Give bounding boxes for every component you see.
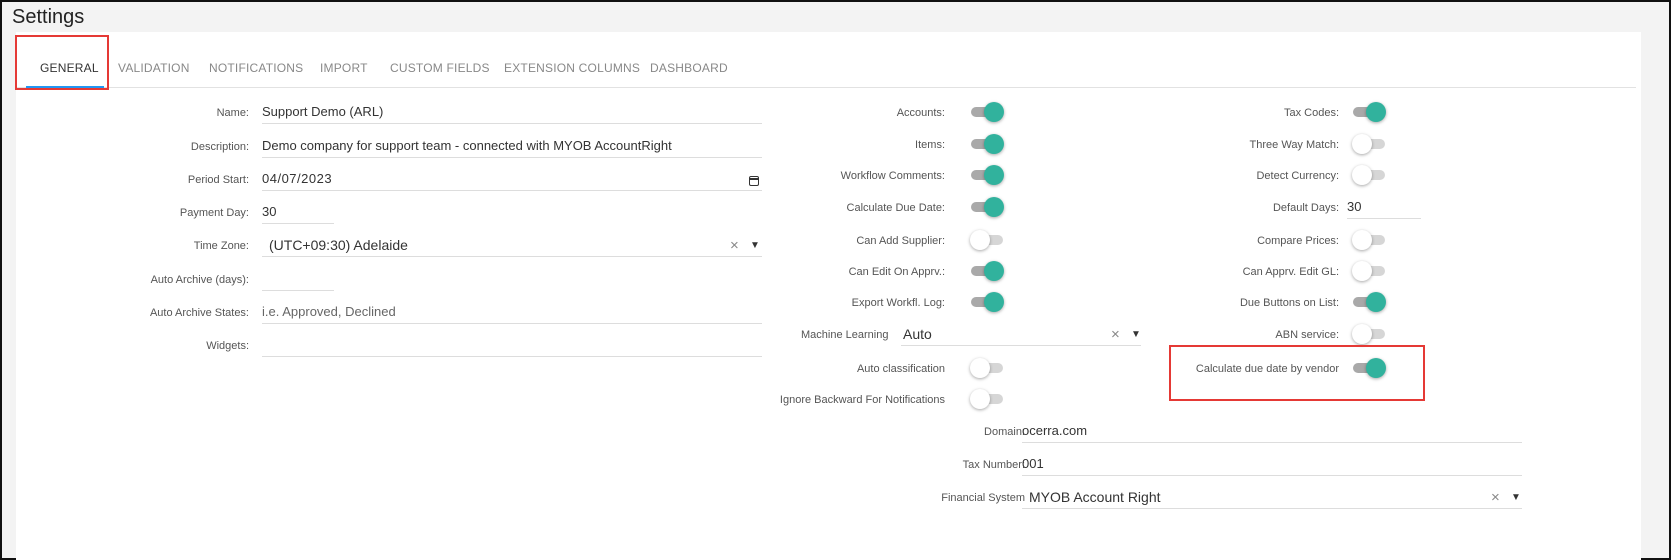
toggle-knob (970, 230, 990, 250)
payment-day-label: Payment Day: (179, 207, 249, 219)
detect-currency-toggle[interactable] (1352, 165, 1385, 185)
three-way-match-label: Three Way Match: (1249, 139, 1339, 151)
toggle-knob (1366, 292, 1386, 312)
toggle-knob (1352, 324, 1372, 344)
due-buttons-on-list-label: Due Buttons on List: (1239, 297, 1339, 309)
time-zone-dropdown-icon[interactable]: ▼ (750, 240, 760, 251)
name-field[interactable]: Support Demo (ARL) (262, 102, 762, 124)
can-edit-on-apprv-label: Can Edit On Apprv.: (848, 266, 945, 278)
can-edit-on-apprv-toggle[interactable] (971, 261, 1004, 281)
toggle-knob (984, 197, 1004, 217)
items-toggle[interactable] (971, 134, 1004, 154)
toggle-knob (1366, 102, 1386, 122)
default-days-label: Default Days: (1272, 202, 1339, 214)
items-label: Items: (915, 139, 945, 151)
tax-codes-label: Tax Codes: (1283, 107, 1339, 119)
due-buttons-on-list-toggle[interactable] (1353, 292, 1386, 312)
accounts-label: Accounts: (896, 107, 945, 119)
time-zone-select[interactable]: (UTC+09:30) Adelaide (262, 235, 762, 257)
financial-system-select[interactable]: MYOB Account Right (1022, 487, 1522, 509)
export-workfl-log-label: Export Workfl. Log: (851, 297, 945, 309)
toggle-knob (1352, 261, 1372, 281)
machine-learning-select[interactable]: Auto (901, 324, 1141, 346)
abn-service-label: ABN service: (1275, 329, 1339, 341)
accounts-toggle[interactable] (971, 102, 1004, 122)
toggle-knob (984, 261, 1004, 281)
tab-validation[interactable]: VALIDATION (118, 61, 190, 75)
export-workfl-log-toggle[interactable] (971, 292, 1004, 312)
tax-codes-toggle[interactable] (1353, 102, 1386, 122)
settings-panel: GENERAL VALIDATION NOTIFICATIONS IMPORT … (15, 32, 1641, 560)
default-days-field[interactable]: 30 (1347, 197, 1421, 219)
toggle-knob (984, 292, 1004, 312)
toggle-knob (984, 102, 1004, 122)
calculate-due-date-toggle[interactable] (971, 197, 1004, 217)
payment-day-field[interactable]: 30 (262, 202, 334, 224)
ignore-backward-label: Ignore Backward For Notifications (779, 394, 945, 406)
tab-bar: GENERAL VALIDATION NOTIFICATIONS IMPORT … (16, 32, 1636, 88)
auto-archive-states-label: Auto Archive States: (149, 307, 249, 319)
can-add-supplier-toggle[interactable] (970, 230, 1003, 250)
toggle-knob (984, 165, 1004, 185)
toggle-knob (970, 389, 990, 409)
domain-field[interactable]: ocerra.com (1022, 421, 1522, 443)
machine-learning-label: Machine Learning (801, 329, 889, 341)
tax-number-field[interactable]: 001 (1022, 454, 1522, 476)
workflow-comments-label: Workflow Comments: (840, 170, 945, 182)
domain-label: Domain: (984, 426, 1025, 438)
abn-service-toggle[interactable] (1352, 324, 1385, 344)
tab-dashboard[interactable]: DASHBOARD (650, 61, 728, 75)
compare-prices-toggle[interactable] (1352, 230, 1385, 250)
tab-notifications[interactable]: NOTIFICATIONS (209, 61, 303, 75)
financial-system-label: Financial System (941, 492, 1025, 504)
can-apprv-edit-gl-label: Can Apprv. Edit GL: (1242, 266, 1339, 278)
auto-classification-toggle[interactable] (970, 358, 1003, 378)
description-label: Description: (190, 141, 249, 153)
tax-number-label: Tax Number: (962, 459, 1025, 471)
machine-learning-dropdown-icon[interactable]: ▼ (1131, 329, 1141, 340)
auto-archive-states-input[interactable]: i.e. Approved, Declined (262, 302, 762, 324)
auto-archive-days-label: Auto Archive (days): (150, 274, 249, 286)
auto-classification-label: Auto classification (856, 363, 945, 375)
highlight-box-calc-due-by-vendor (1169, 345, 1425, 401)
toggle-knob (1352, 134, 1372, 154)
financial-system-clear-icon[interactable]: × (1491, 489, 1500, 506)
can-add-supplier-label: Can Add Supplier: (856, 235, 945, 247)
toggle-knob (970, 358, 990, 378)
page-title: Settings (12, 6, 85, 28)
toggle-knob (984, 134, 1004, 154)
highlight-box-general-tab (15, 35, 109, 90)
toggle-knob (1352, 230, 1372, 250)
calculate-due-date-label: Calculate Due Date: (846, 202, 945, 214)
widgets-label: Widgets: (206, 340, 249, 352)
three-way-match-toggle[interactable] (1352, 134, 1385, 154)
toggle-knob (1352, 165, 1372, 185)
period-start-date-input[interactable]: 04/07/2023 (262, 169, 762, 191)
description-field[interactable]: Demo company for support team - connecte… (262, 136, 762, 158)
tab-extension-columns[interactable]: EXTENSION COLUMNS (504, 61, 640, 75)
machine-learning-clear-icon[interactable]: × (1111, 326, 1120, 343)
detect-currency-label: Detect Currency: (1256, 170, 1339, 182)
period-start-label: Period Start: (187, 174, 249, 186)
financial-system-dropdown-icon[interactable]: ▼ (1511, 492, 1521, 503)
auto-archive-days-field[interactable] (262, 269, 334, 291)
can-apprv-edit-gl-toggle[interactable] (1352, 261, 1385, 281)
calendar-icon[interactable] (749, 176, 759, 186)
widgets-field[interactable] (262, 335, 762, 357)
time-zone-clear-icon[interactable]: × (730, 237, 739, 254)
tab-import[interactable]: IMPORT (320, 61, 368, 75)
time-zone-label: Time Zone: (193, 240, 249, 252)
ignore-backward-toggle[interactable] (970, 389, 1003, 409)
tab-custom-fields[interactable]: CUSTOM FIELDS (390, 61, 490, 75)
compare-prices-label: Compare Prices: (1257, 235, 1339, 247)
workflow-comments-toggle[interactable] (971, 165, 1004, 185)
name-label: Name: (216, 107, 249, 119)
